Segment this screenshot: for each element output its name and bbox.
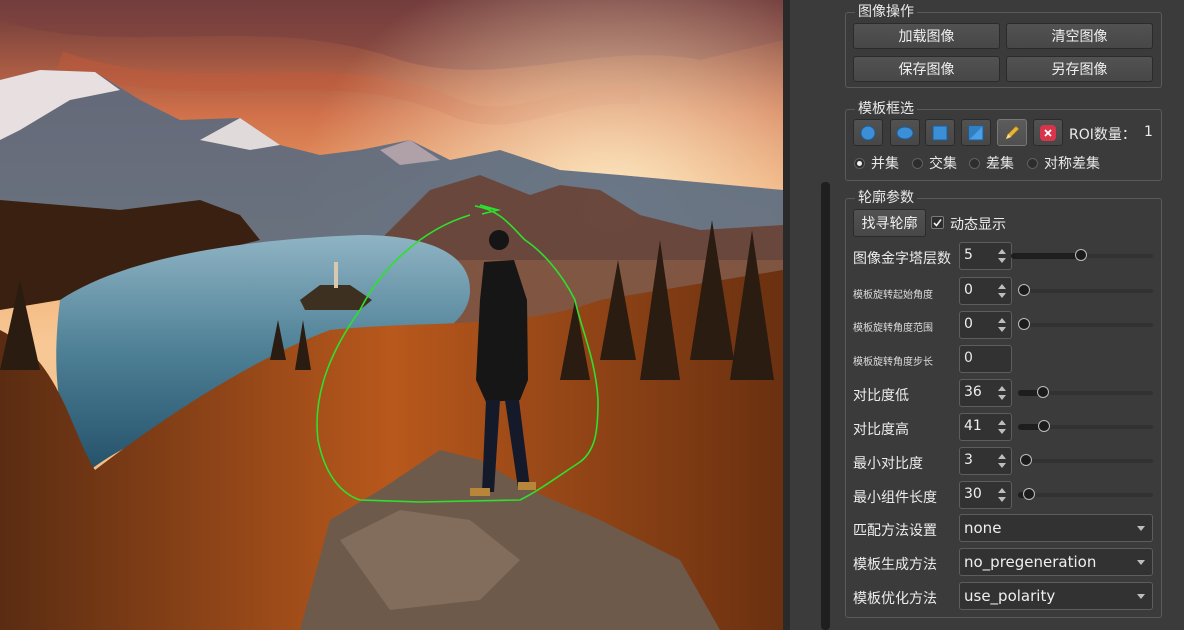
contrast-low-spinbox[interactable]: 36: [959, 379, 1012, 407]
roi-count-label: ROI数量：: [1069, 127, 1136, 143]
template-select-title: 模板框选: [855, 100, 917, 118]
pyramid-levels-label: 图像金字塔层数: [853, 251, 951, 267]
radio-indicator: [969, 157, 980, 169]
rotated-rectangle-tool-button[interactable]: [961, 119, 991, 146]
chevron-down-icon: [1137, 594, 1145, 599]
spin-up-icon[interactable]: [998, 454, 1006, 459]
spin-value: 0: [964, 316, 973, 332]
contour-params-title: 轮廓参数: [855, 189, 917, 207]
circle-tool-button[interactable]: [853, 119, 883, 146]
image-viewport[interactable]: [0, 0, 783, 630]
landscape-image: [0, 0, 783, 630]
image-ops-title: 图像操作: [855, 3, 917, 21]
match-method-label: 匹配方法设置: [853, 523, 937, 539]
pyramid-levels-spinbox[interactable]: 5: [959, 242, 1012, 270]
angle-extent-spinbox[interactable]: 0: [959, 311, 1012, 339]
min-component-length-spinbox[interactable]: 30: [959, 481, 1012, 509]
rectangle-tool-button[interactable]: [925, 119, 955, 146]
radio-indicator: [854, 157, 865, 169]
select-value: use_polarity: [964, 587, 1056, 605]
contrast-high-label: 对比度高: [853, 422, 909, 438]
spin-value: 36: [964, 384, 982, 400]
chevron-down-icon: [1137, 560, 1145, 565]
min-contrast-label: 最小对比度: [853, 456, 923, 472]
delete-roi-button[interactable]: [1033, 119, 1063, 146]
symmetric-difference-label: 对称差集: [1044, 156, 1100, 172]
angle-start-spinbox[interactable]: 0: [959, 277, 1012, 305]
union-radio[interactable]: 并集: [854, 153, 899, 173]
contrast-low-label: 对比度低: [853, 388, 909, 404]
spin-value: 30: [964, 486, 982, 502]
contrast-low-slider[interactable]: [1018, 386, 1153, 400]
angle-step-field[interactable]: 0: [959, 345, 1012, 373]
angle-extent-label: 模板旋转角度范围: [853, 323, 933, 334]
spin-value: 3: [964, 452, 973, 468]
spin-down-icon[interactable]: [998, 463, 1006, 468]
template-generation-select[interactable]: no_pregeneration: [959, 548, 1153, 576]
spin-down-icon[interactable]: [998, 429, 1006, 434]
freehand-draw-tool-button[interactable]: [997, 119, 1027, 146]
pencil-icon: [1005, 124, 1020, 140]
clear-image-button[interactable]: 清空图像: [1006, 23, 1153, 49]
spin-up-icon[interactable]: [998, 386, 1006, 391]
spin-value: 41: [964, 418, 982, 434]
intersection-label: 交集: [929, 156, 957, 172]
spin-up-icon[interactable]: [998, 249, 1006, 254]
difference-label: 差集: [986, 156, 1014, 172]
symmetric-difference-radio[interactable]: 对称差集: [1027, 153, 1100, 173]
spin-up-icon[interactable]: [998, 420, 1006, 425]
spin-value: 0: [964, 282, 973, 298]
contrast-high-spinbox[interactable]: 41: [959, 413, 1012, 441]
min-component-length-label: 最小组件长度: [853, 490, 937, 506]
pyramid-levels-slider[interactable]: [1011, 249, 1153, 263]
load-image-button[interactable]: 加载图像: [853, 23, 1000, 49]
splitter[interactable]: [783, 0, 790, 630]
match-method-select[interactable]: none: [959, 514, 1153, 542]
ellipse-icon: [896, 126, 914, 139]
radio-indicator: [1027, 157, 1038, 169]
intersection-radio[interactable]: 交集: [912, 153, 957, 173]
circle-icon: [860, 125, 876, 140]
scrollbar-thumb[interactable]: [821, 182, 830, 630]
template-generation-label: 模板生成方法: [853, 557, 937, 573]
save-as-image-button[interactable]: 另存图像: [1006, 56, 1153, 82]
angle-start-label: 模板旋转起始角度: [853, 290, 933, 301]
spin-up-icon[interactable]: [998, 318, 1006, 323]
save-image-button[interactable]: 保存图像: [853, 56, 1000, 82]
check-icon: [933, 219, 942, 227]
union-label: 并集: [871, 156, 899, 172]
spin-value: 5: [964, 247, 973, 263]
dynamic-display-checkbox[interactable]: [931, 216, 944, 229]
min-component-length-slider[interactable]: [1018, 488, 1153, 502]
angle-step-label: 模板旋转角度步长: [853, 357, 933, 368]
angle-start-slider[interactable]: [1018, 284, 1153, 298]
template-optimization-select[interactable]: use_polarity: [959, 582, 1153, 610]
close-icon: [1040, 124, 1056, 141]
dynamic-display-label: 动态显示: [950, 217, 1006, 233]
template-optimization-label: 模板优化方法: [853, 591, 937, 607]
angle-extent-slider[interactable]: [1018, 318, 1153, 332]
select-value: none: [964, 519, 1002, 537]
min-contrast-spinbox[interactable]: 3: [959, 447, 1012, 475]
chevron-down-icon: [1137, 526, 1145, 531]
select-value: no_pregeneration: [964, 553, 1097, 571]
spin-down-icon[interactable]: [998, 293, 1006, 298]
spin-up-icon[interactable]: [998, 284, 1006, 289]
field-value: 0: [964, 350, 973, 366]
spin-down-icon[interactable]: [998, 258, 1006, 263]
spin-up-icon[interactable]: [998, 488, 1006, 493]
rotated-rectangle-icon: [968, 125, 984, 140]
find-contour-button[interactable]: 找寻轮廓: [853, 209, 926, 237]
spin-down-icon[interactable]: [998, 395, 1006, 400]
spin-down-icon[interactable]: [998, 497, 1006, 502]
spin-down-icon[interactable]: [998, 327, 1006, 332]
radio-indicator: [912, 157, 923, 169]
ellipse-tool-button[interactable]: [890, 119, 920, 146]
rectangle-icon: [932, 125, 948, 140]
difference-radio[interactable]: 差集: [969, 153, 1014, 173]
min-contrast-slider[interactable]: [1018, 454, 1153, 468]
contrast-high-slider[interactable]: [1018, 420, 1153, 434]
roi-count-value: 1: [1144, 124, 1153, 140]
